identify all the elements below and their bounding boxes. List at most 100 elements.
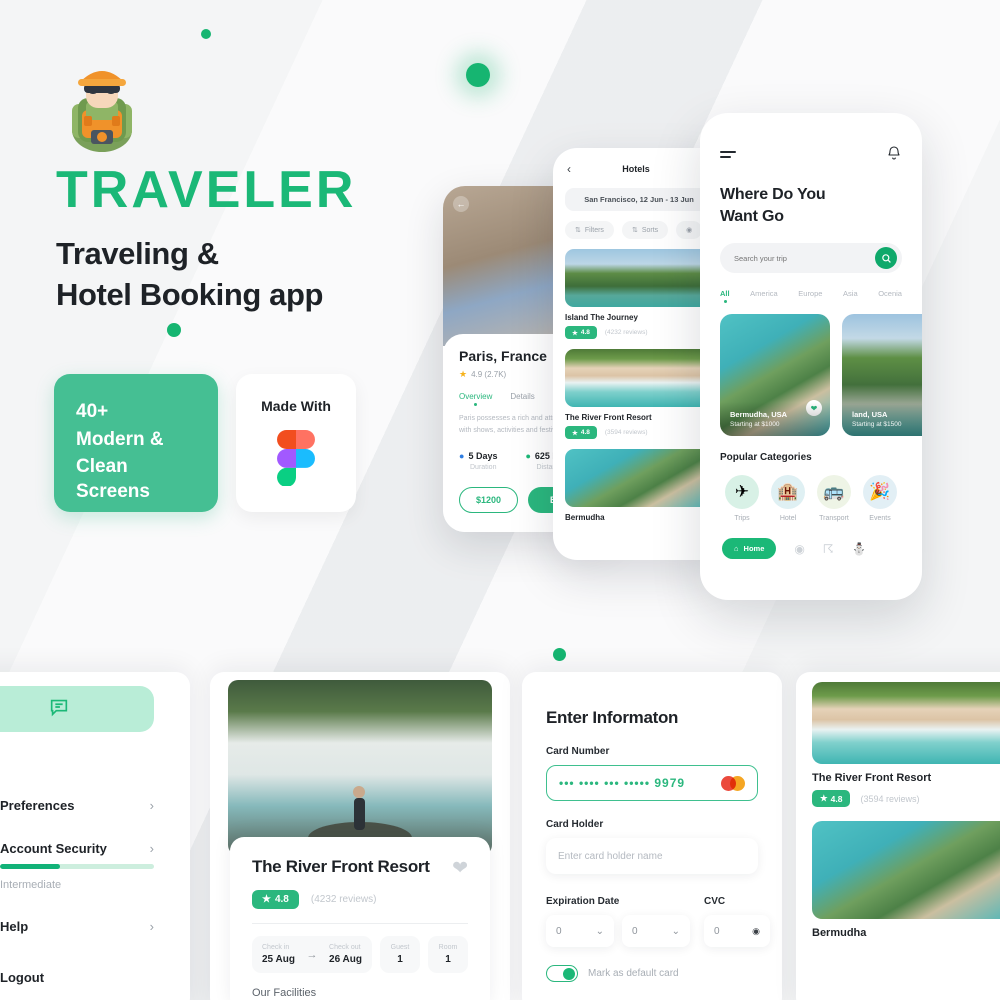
room-selector[interactable]: Room 1 [428, 936, 468, 973]
sidebar-item-preferences[interactable]: Preferences › [0, 784, 154, 827]
listing-rating-row: ★ 4.8 (4232 reviews) [565, 326, 713, 339]
sidebar-item-account-security[interactable]: Account Security › [0, 827, 154, 862]
category-label: Hotel [779, 515, 797, 523]
room-label: Room [438, 944, 458, 951]
bell-icon[interactable]: ☈ [823, 542, 834, 556]
filters-label: Filters [584, 226, 604, 234]
compass-icon[interactable]: ◉ [794, 542, 804, 556]
chat-bubble-icon [48, 696, 70, 723]
star-icon: ★ [572, 329, 578, 337]
party-events-icon: 🎉 [863, 475, 897, 510]
chevron-right-icon: › [149, 841, 154, 856]
sidebar-item-label: Help [0, 919, 29, 934]
listing-name: The River Front Resort [812, 772, 932, 784]
trip-search-bar[interactable] [720, 243, 902, 274]
resort-photo [228, 680, 492, 855]
list-item[interactable]: The River Front Resort ★ 4.8 (3594 revie… [565, 349, 713, 439]
back-arrow-icon[interactable]: ← [453, 196, 469, 212]
tab-europe[interactable]: Europe [798, 289, 822, 298]
security-progress-bar [0, 864, 154, 869]
screens-count-badge: 40+ Modern & Clean Screens [54, 374, 218, 512]
duration-value: 5 Days [468, 450, 498, 461]
rating-value: 4.9 (2.7K) [471, 370, 507, 379]
expiration-month-select[interactable]: 0 ⌄ [546, 915, 614, 947]
profile-icon[interactable]: ⛄ [852, 542, 867, 556]
airplane-globe-icon: ✈ [725, 475, 759, 510]
check-out-label: Check out [329, 944, 361, 951]
bus-transport-icon: 🚌 [817, 475, 851, 510]
category-trips[interactable]: ✈ Trips [720, 475, 764, 522]
resort-info-card: The River Front Resort ❤ ★ 4.8 (4232 rev… [230, 837, 490, 1000]
heart-icon[interactable]: ❤ [452, 857, 468, 880]
cvc-label: CVC [704, 896, 726, 907]
default-card-toggle[interactable] [546, 965, 578, 982]
home-topbar [720, 145, 902, 166]
more-icon: ◉ [686, 227, 693, 234]
tab-details[interactable]: Details [510, 392, 534, 401]
resort-detail-panel: The River Front Resort ❤ ★ 4.8 (4232 rev… [210, 672, 510, 1000]
hotels-filter-row: ⇅ Filters ⇅ Sorts ◉ [565, 221, 713, 239]
tab-all[interactable]: All [720, 289, 730, 304]
sidebar-item-logout[interactable]: Logout [0, 956, 154, 999]
categories-row: ✈ Trips 🏨 Hotel 🚌 Transport 🎉 Events [720, 475, 902, 522]
price-pill: $1200 [459, 486, 519, 513]
nav-home-button[interactable]: ⌂ Home [722, 538, 777, 560]
filters-chip[interactable]: ⇅ Filters [565, 221, 614, 239]
page-title: Traveling & Hotel Booking app [56, 234, 476, 316]
tab-overview[interactable]: Overview [459, 392, 492, 406]
destination-card[interactable]: land, USA Starting at $1500 [842, 314, 922, 437]
settings-list: Preferences › Account Security › Interme… [0, 784, 190, 999]
duration-label: Duration [470, 463, 497, 471]
search-icon[interactable] [875, 247, 897, 270]
check-in-value: 25 Aug [262, 954, 295, 965]
tab-america[interactable]: America [750, 289, 778, 298]
listings-panel: The River Front Resort ★ 4.8 (3594 revie… [796, 672, 1000, 1000]
hamburger-menu-icon[interactable] [720, 150, 736, 161]
figma-logo-icon [277, 430, 315, 491]
arrow-right-icon: → [306, 948, 318, 961]
card-holder-field[interactable]: Enter card holder name [546, 838, 758, 874]
notification-bell-icon[interactable] [886, 145, 902, 166]
list-item[interactable]: Island The Journey ★ 4.8 (4232 reviews) [565, 249, 713, 339]
search-input[interactable] [734, 253, 875, 263]
category-transport[interactable]: 🚌 Transport [812, 475, 856, 522]
sort-icon: ⇅ [631, 227, 638, 234]
more-chip[interactable]: ◉ [676, 221, 703, 239]
card-number-field[interactable]: ••• •••• ••• ••••• 9979 [546, 765, 758, 801]
guest-selector[interactable]: Guest 1 [380, 936, 420, 973]
tab-asia[interactable]: Asia [843, 289, 858, 298]
eye-icon[interactable]: ◉ [752, 926, 760, 937]
stat-duration: ● 5 Days Duration [459, 451, 497, 471]
expiration-year-select[interactable]: 0 ⌄ [622, 915, 690, 947]
sidebar-item-label: Logout [0, 970, 45, 985]
listing-photo [565, 449, 713, 507]
payment-form-panel: Enter Informaton Card Number ••• •••• ••… [522, 672, 782, 1000]
sidebar-item-help[interactable]: Help › [0, 905, 154, 948]
card-holder-label: Card Holder [546, 819, 604, 830]
date-range-selector[interactable]: Check in 25 Aug → Check out 26 Aug [252, 936, 372, 973]
clock-icon: ● [459, 450, 465, 461]
resort-title: The River Front Resort [252, 857, 430, 876]
form-heading: Enter Informaton [546, 708, 679, 727]
brand-title: TRAVELER [56, 161, 357, 219]
destination-name: land, USA [852, 410, 888, 420]
badge-row: 40+ Modern & Clean Screens Made With [54, 374, 356, 512]
listing-rating-row: ★ 4.8 (3594 reviews) [565, 426, 713, 439]
exp-year-value: 0 [632, 925, 638, 937]
decorative-dot-1 [201, 29, 211, 39]
category-hotel[interactable]: 🏨 Hotel [766, 475, 810, 522]
list-item[interactable]: Bermudha [565, 449, 713, 522]
hero-block: TRAVELER Traveling & Hotel Booking app [56, 58, 476, 316]
settings-sidebar-panel: Preferences › Account Security › Interme… [0, 672, 190, 1000]
chat-support-button[interactable] [0, 686, 154, 732]
list-item[interactable]: Bermudha [812, 821, 1000, 939]
list-item[interactable]: The River Front Resort ★ 4.8 (3594 revie… [812, 682, 1000, 807]
sorts-chip[interactable]: ⇅ Sorts [621, 221, 669, 239]
star-icon: ★ [262, 894, 271, 905]
tab-ocenia[interactable]: Ocenia [878, 289, 902, 298]
hotels-search-field[interactable]: San Francisco, 12 Jun - 13 Jun [565, 188, 713, 211]
sidebar-item-label: Preferences [0, 798, 75, 813]
destination-card[interactable]: ❤ Bermudha, USA Starting at $1000 [720, 314, 830, 437]
cvc-field[interactable]: 0 ◉ [704, 915, 770, 947]
category-events[interactable]: 🎉 Events [858, 475, 902, 522]
